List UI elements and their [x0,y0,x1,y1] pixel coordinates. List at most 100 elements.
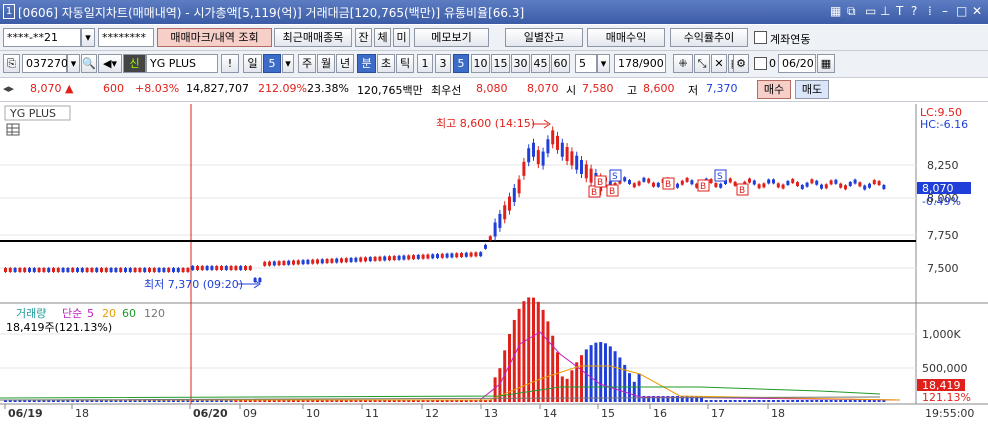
trade-mark-label: B [665,180,671,190]
candle [143,268,147,272]
period-year[interactable]: 년 [336,54,354,73]
turnover-rate: 23.38% [307,82,349,95]
minute-10[interactable]: 10 [471,54,490,73]
zoom-icon[interactable]: ⁜ [673,54,693,73]
period-day-count[interactable]: 5 [263,54,281,73]
unexecuted-button[interactable]: 미 [393,28,410,47]
account-link-checkbox[interactable] [754,31,767,44]
date-input[interactable]: 06/20 [778,54,816,73]
trade-mark-label: B [597,178,603,188]
day-count-dropdown-icon[interactable]: ▾ [282,54,294,73]
code-search-icon[interactable]: ⎘ [3,54,20,73]
crosshair-icon[interactable]: ⤡ [694,54,710,73]
recent-stocks-button[interactable]: 최근매매종목 [274,28,352,47]
period-tick[interactable]: 틱 [396,54,414,73]
volume-bar [786,400,790,402]
executed-button[interactable]: 체 [374,28,391,47]
daily-balance-button[interactable]: 일별잔고 [505,28,583,47]
minute-3[interactable]: 3 [435,54,451,73]
copy2-icon[interactable]: ▭ [865,4,876,18]
candle [66,268,70,272]
candle [469,252,473,257]
period-second[interactable]: 초 [377,54,395,73]
trade-mark-label: S [717,172,723,182]
menu-icon[interactable]: ⁞ [928,4,932,18]
candle [786,180,790,185]
delete-icon[interactable]: ✕ [711,54,727,73]
candle [508,196,511,211]
candle [767,179,771,184]
volume-bar [556,352,559,402]
settings-icon[interactable]: ⚙ [733,54,749,73]
candle [104,268,108,272]
grid-icon[interactable] [6,123,20,136]
interval-dropdown-icon[interactable]: ▾ [597,54,610,73]
period-week[interactable]: 주 [298,54,316,73]
candle [488,236,492,241]
chart-area[interactable]: B BB B BBS S YG PLUS LC:9.50 HC:-6.16 최고 8,6… [0,104,988,425]
trade-mark-button[interactable]: 매매마크/내역 조회 [157,28,272,47]
period-month[interactable]: 월 [317,54,335,73]
candle [18,268,22,272]
volume-bar [541,309,545,402]
candle [263,261,267,266]
minimize-icon[interactable]: – [942,4,948,18]
candle [484,244,487,249]
quote-arrows-icon[interactable]: ◂▸ [3,82,23,95]
volume-bar [839,400,843,402]
search-icon[interactable]: 🔍 [81,54,97,73]
candle [4,268,7,272]
trade-profit-button[interactable]: 매매수익 [587,28,665,47]
volume-bar [738,400,742,402]
window-list-icon[interactable]: ▦ [830,4,841,18]
volume-bar [776,400,780,402]
calendar-icon[interactable]: ▦ [817,54,835,73]
interval-input[interactable]: 5 [575,54,597,73]
return-trend-button[interactable]: 수익률추이 [670,28,748,47]
candle [460,253,463,257]
balance-button[interactable]: 잔 [355,28,372,47]
volume-bar [767,400,771,402]
volume-bar [772,400,775,402]
last-price-label: 8,070 [922,182,954,195]
minute-30[interactable]: 30 [511,54,530,73]
memo-button[interactable]: 메모보기 [414,28,489,47]
candle [37,268,41,272]
code-dropdown-icon[interactable]: ▾ [67,54,80,73]
minute-60[interactable]: 60 [551,54,570,73]
minute-5[interactable]: 5 [453,54,469,73]
password-input[interactable]: ******** [98,28,154,47]
account-select[interactable]: ****-**21 [3,28,81,47]
sell-button[interactable]: 매도 [795,80,829,99]
volume-bar [690,396,694,402]
help-icon[interactable]: ? [911,4,917,18]
candle [637,181,641,186]
volume-bar [743,400,747,402]
sound-icon[interactable]: ◀▾ [98,54,122,73]
copy-icon[interactable]: ⧉ [847,4,856,19]
stock-name: YG PLUS [146,54,218,73]
volume-bar [584,349,588,402]
maximize-icon[interactable]: □ [956,4,967,18]
candle [85,268,89,272]
candle [416,254,420,259]
stock-code-input[interactable]: 037270 [22,54,68,73]
buy-button[interactable]: 매수 [757,80,791,99]
period-day[interactable]: 일 [243,54,262,73]
pin-icon[interactable]: ⊥ [880,4,890,18]
alert-icon[interactable]: ! [221,54,239,73]
text-icon[interactable]: T [896,4,903,18]
minute-15[interactable]: 15 [491,54,510,73]
period-minute[interactable]: 분 [357,54,376,73]
close-icon[interactable]: ✕ [972,4,982,18]
minute-1[interactable]: 1 [417,54,433,73]
candle [868,183,871,188]
candle [61,268,65,272]
account-dropdown-icon[interactable]: ▾ [81,28,95,47]
vol-legend-ma120: 120 [144,307,165,320]
candle [858,182,862,187]
volume-bar [704,400,708,402]
option-checkbox[interactable] [754,57,767,70]
high-label: 고 [627,84,638,97]
minute-45[interactable]: 45 [531,54,550,73]
